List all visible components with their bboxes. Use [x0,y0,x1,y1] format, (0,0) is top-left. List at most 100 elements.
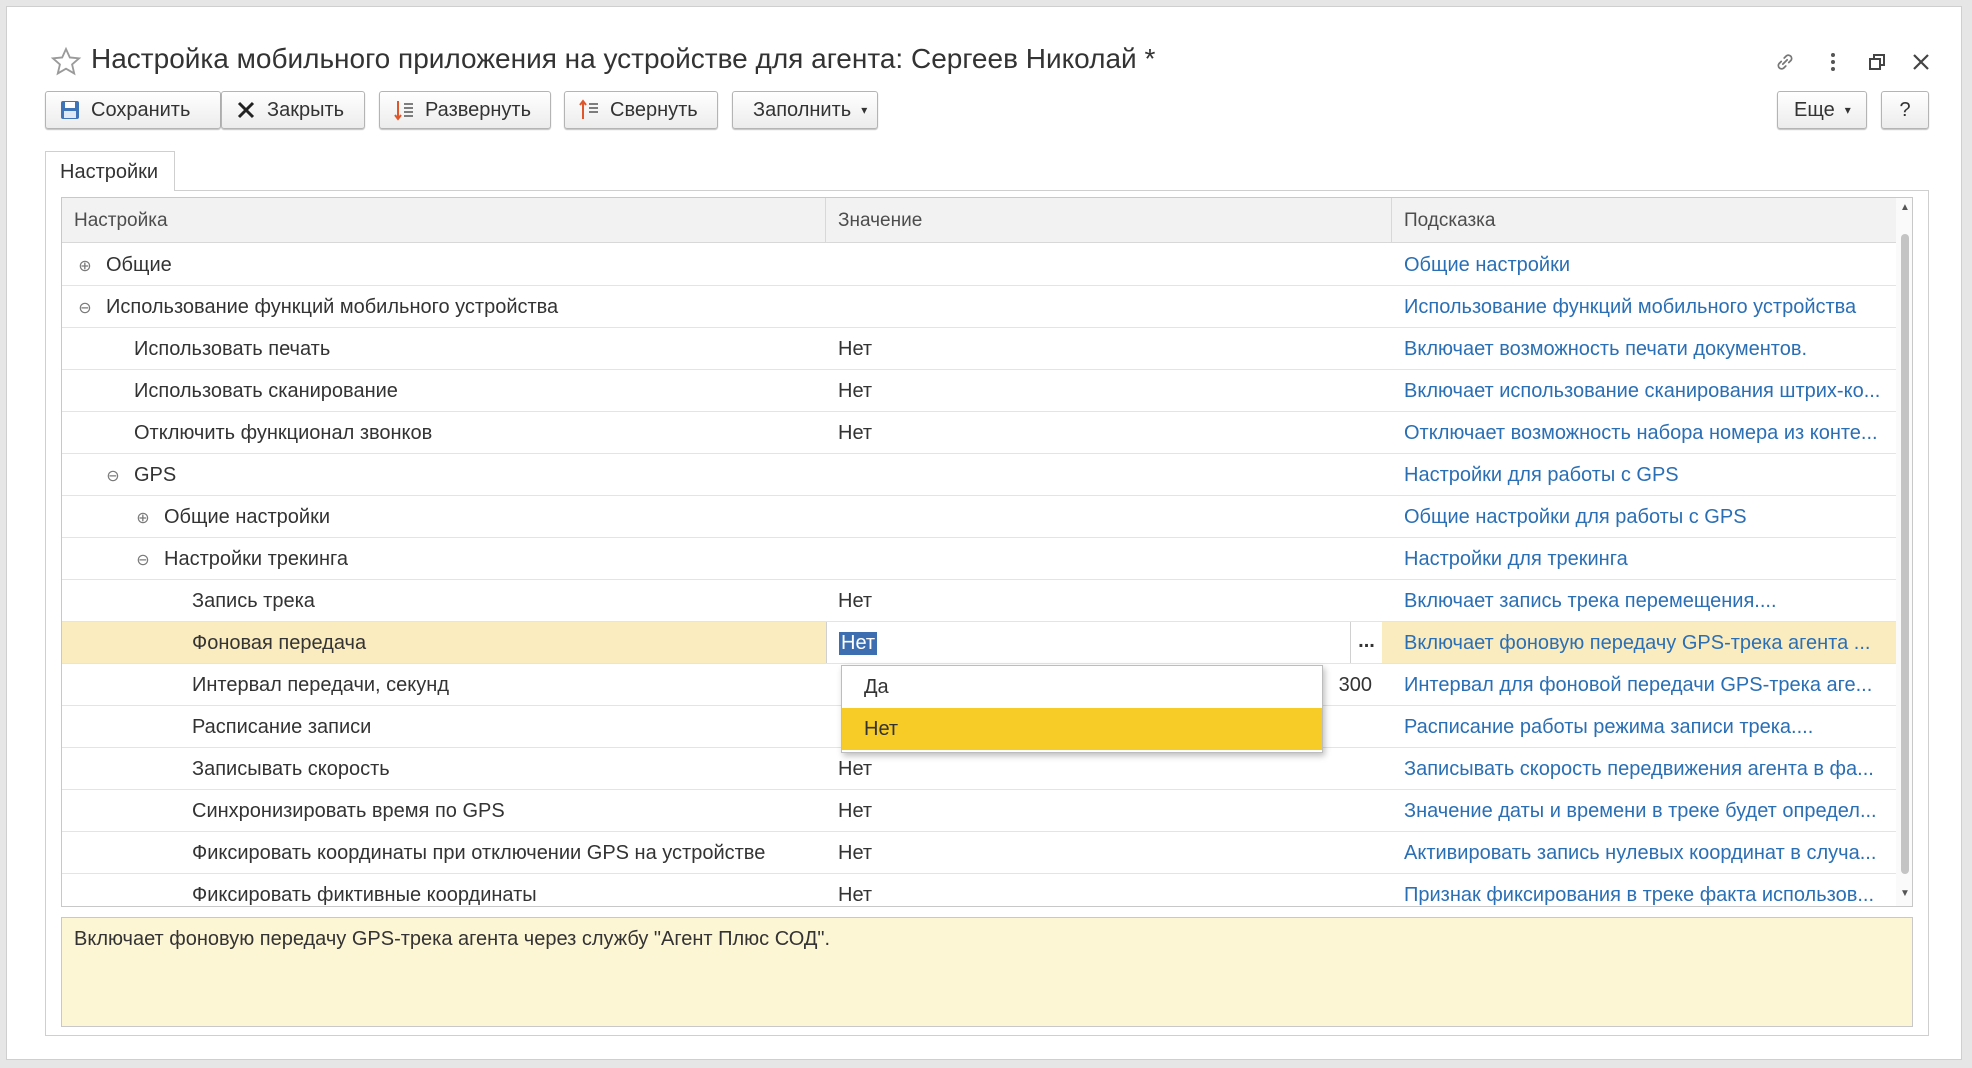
setting-name: Записывать скорость [192,758,390,780]
setting-name: Запись трека [192,590,315,612]
table-row[interactable]: Фиксировать координаты при отключении GP… [62,832,1896,874]
table-row[interactable]: Фиксировать фиктивные координаты Нет При… [62,874,1896,906]
table-row[interactable]: ⊕ Общие Общие настройки [62,244,1896,286]
table-row[interactable]: ⊖ Настройки трекинга Настройки для трекин… [62,538,1896,580]
table-row[interactable]: Использовать печать Нет Включает возможн… [62,328,1896,370]
column-header-hint[interactable]: Подсказка [1392,198,1896,243]
setting-name: Общие [106,254,172,276]
setting-hint-link[interactable]: Значение даты и времени в треке будет оп… [1392,790,1896,831]
setting-hint-link[interactable]: Интервал для фоновой передачи GPS-трека … [1392,664,1896,705]
setting-value[interactable] [826,244,1382,285]
setting-value[interactable] [826,538,1382,579]
setting-value[interactable] [826,496,1382,537]
setting-hint-link[interactable]: Включает использование сканирования штри… [1392,370,1896,411]
setting-name: Расписание записи [192,716,372,738]
floppy-disk-icon [58,98,82,122]
save-button[interactable]: Сохранить [45,91,221,129]
collapse-minus-icon[interactable]: ⊖ [134,550,152,570]
table-row[interactable]: Синхронизировать время по GPS Нет Значен… [62,790,1896,832]
table-row[interactable]: ⊖ Использование функций мобильного устрой… [62,286,1896,328]
setting-value[interactable] [826,454,1382,495]
setting-hint-link[interactable]: Расписание работы режима записи трека...… [1392,706,1896,747]
collapse-tree-icon [577,98,601,122]
setting-name: Фиксировать фиктивные координаты [192,884,537,906]
setting-name: Использование функций мобильного устройс… [106,296,559,318]
table-row[interactable]: Использовать сканирование Нет Включает и… [62,370,1896,412]
dropdown-option-no[interactable]: Нет [842,708,1322,750]
column-header-setting[interactable]: Настройка [62,198,826,243]
fill-button[interactable]: Заполнить ▾ [732,91,878,129]
value-edit-field[interactable]: Нет ... [826,622,1382,663]
collapse-button[interactable]: Свернуть [564,91,718,129]
setting-value[interactable]: Нет [826,790,1382,831]
star-icon[interactable] [49,45,83,79]
scrollbar-thumb[interactable] [1901,234,1909,874]
setting-value[interactable]: Нет [826,370,1382,411]
dropdown-option-yes[interactable]: Да [842,666,1322,708]
setting-hint-link[interactable]: Признак фиксирования в треке факта испол… [1392,874,1896,906]
setting-hint-link[interactable]: Настройки для работы с GPS [1392,454,1896,495]
chevron-down-icon: ▾ [1844,103,1851,117]
setting-hint-link[interactable]: Включает запись трека перемещения.... [1392,580,1896,621]
setting-hint-link[interactable]: Настройки для трекинга [1392,538,1896,579]
setting-value[interactable]: Нет [826,874,1382,906]
table-row[interactable]: ⊕ Общие настройки Общие настройки для раб… [62,496,1896,538]
setting-value[interactable]: Нет [826,412,1382,453]
table-row[interactable]: ⊖ GPS Настройки для работы с GPS [62,454,1896,496]
setting-name: Отключить функционал звонков [134,422,433,444]
table-row-selected[interactable]: Фоновая передача Нет ... Включает фонову… [62,622,1896,664]
vertical-scrollbar[interactable]: ▲ ▼ [1896,198,1912,906]
link-icon[interactable] [1770,47,1800,77]
fill-button-label: Заполнить [753,98,852,121]
tab-settings[interactable]: Настройки [45,151,175,191]
expand-button[interactable]: Развернуть [379,91,551,129]
table-row[interactable]: Запись трека Нет Включает запись трека п… [62,580,1896,622]
table-row[interactable]: Отключить функционал звонков Нет Отключа… [62,412,1896,454]
setting-name: Использовать сканирование [134,380,398,402]
setting-value[interactable] [826,286,1382,327]
close-x-icon [234,98,258,122]
setting-hint-link[interactable]: Общие настройки для работы с GPS [1392,496,1896,537]
expand-plus-icon[interactable]: ⊕ [76,256,94,276]
more-vertical-icon[interactable] [1818,47,1848,77]
help-button[interactable]: ? [1881,91,1929,129]
column-header-value[interactable]: Значение [826,198,1392,243]
settings-table: Настройка Значение Подсказка ⊕ Общие Общи… [61,197,1913,907]
collapse-minus-icon[interactable]: ⊖ [104,466,122,486]
scroll-up-icon[interactable]: ▲ [1896,202,1912,218]
setting-hint-link[interactable]: Использование функций мобильного устройс… [1392,286,1896,327]
close-button-label: Закрыть [267,98,345,121]
scroll-down-icon[interactable]: ▼ [1896,888,1912,904]
hint-panel: Включает фоновую передачу GPS-трека аген… [61,917,1913,1027]
setting-hint-link[interactable]: Включает возможность печати документов. [1392,328,1896,369]
save-button-label: Сохранить [91,98,191,121]
setting-value[interactable]: Нет [826,328,1382,369]
setting-name: Синхронизировать время по GPS [192,800,505,822]
setting-value[interactable]: 300 [1339,674,1372,697]
setting-name: Фиксировать координаты при отключении GP… [192,842,766,864]
value-dropdown[interactable]: Да Нет [841,665,1323,753]
more-button[interactable]: Еще ▾ [1777,91,1867,129]
setting-hint-link[interactable]: Общие настройки [1392,244,1896,285]
restore-window-icon[interactable] [1862,47,1892,77]
setting-hint-link[interactable]: Активировать запись нулевых координат в … [1392,832,1896,873]
setting-name: Интервал передачи, секунд [192,674,449,696]
help-button-label: ? [1899,98,1911,121]
setting-hint-link[interactable]: Включает фоновую передачу GPS-трека аген… [1392,622,1896,663]
expand-tree-icon [392,98,416,122]
setting-value[interactable]: Нет [826,832,1382,873]
ellipsis-button[interactable]: ... [1350,622,1382,663]
setting-value[interactable]: Нет [826,748,1382,789]
setting-hint-link[interactable]: Записывать скорость передвижения агента … [1392,748,1896,789]
close-icon[interactable] [1906,47,1936,77]
selected-value-text[interactable]: Нет [839,632,878,655]
collapse-minus-icon[interactable]: ⊖ [76,298,94,318]
setting-hint-link[interactable]: Отключает возможность набора номера из к… [1392,412,1896,453]
setting-value[interactable]: Нет [826,580,1382,621]
close-button[interactable]: Закрыть [221,91,365,129]
setting-name: Настройки трекинга [164,548,348,570]
expand-plus-icon[interactable]: ⊕ [134,508,152,528]
table-row[interactable]: Записывать скорость Нет Записывать скоро… [62,748,1896,790]
table-body: ⊕ Общие Общие настройки ⊖ Использование фу… [62,244,1896,906]
setting-name: Общие настройки [164,506,330,528]
